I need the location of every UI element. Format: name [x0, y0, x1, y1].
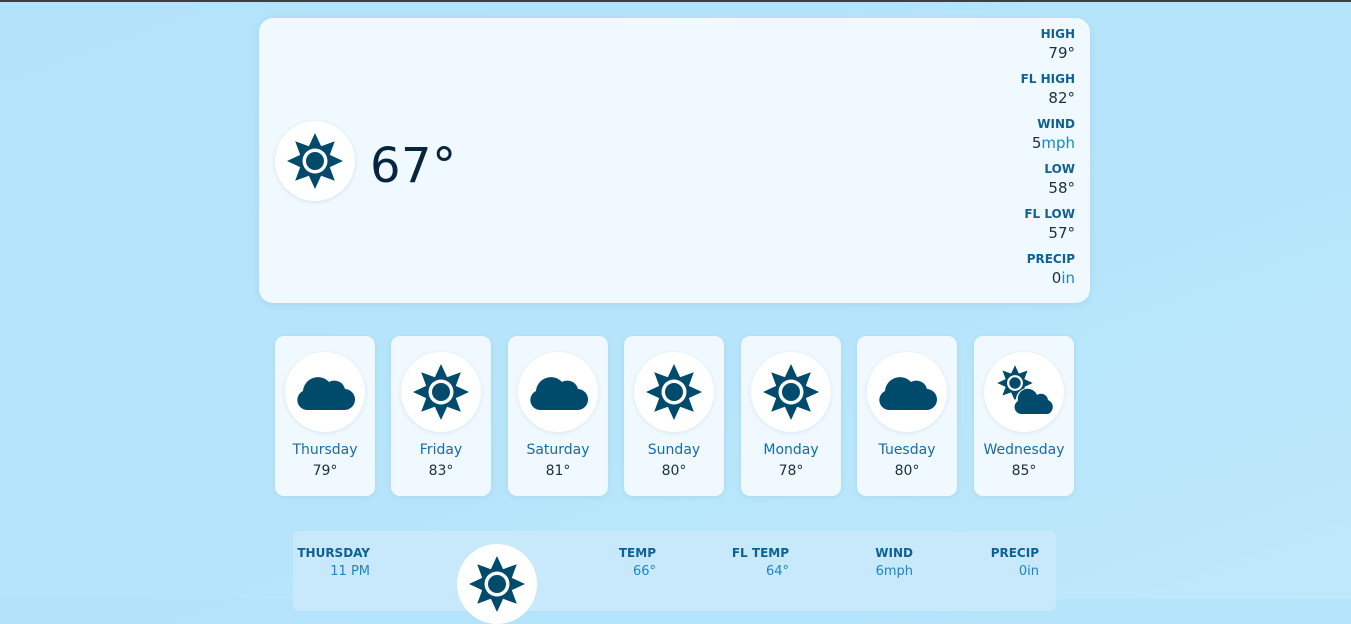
top-border	[0, 0, 1351, 2]
sun-icon	[467, 554, 527, 614]
daily-forecast: Thursday 79° Friday 83° Saturday 81° Sun…	[0, 336, 1351, 497]
sun-icon	[644, 362, 704, 422]
stat-precip: PRECIP 0in	[1021, 251, 1075, 296]
forecast-day-tuesday[interactable]: Tuesday 80°	[857, 336, 957, 496]
forecast-day-temp: 81°	[545, 463, 571, 479]
forecast-day-name: Monday	[763, 442, 819, 458]
stat-label: HIGH	[1040, 27, 1075, 41]
current-conditions-card: 67° HIGH 79° FL HIGH 82° WIND 5mph LOW 5…	[259, 18, 1090, 303]
sun-icon	[411, 362, 471, 422]
forecast-day-name: Thursday	[292, 442, 358, 458]
sun-icon	[761, 362, 821, 422]
forecast-day-wednesday[interactable]: Wednesday 85°	[974, 336, 1074, 496]
forecast-icon	[401, 352, 481, 432]
cloud-icon	[528, 372, 588, 412]
hourly-time: THURSDAY 11 PM	[297, 545, 370, 583]
stat-label: FL HIGH	[1020, 72, 1075, 86]
stat-value: 82°	[1048, 89, 1075, 107]
forecast-day-saturday[interactable]: Saturday 81°	[508, 336, 608, 496]
forecast-day-monday[interactable]: Monday 78°	[741, 336, 841, 496]
hourly-temp-value: 66°	[632, 564, 656, 579]
stat-unit: in	[1061, 269, 1075, 287]
stat-value: 0in	[1051, 269, 1075, 287]
stat-unit: mph	[1041, 134, 1075, 152]
stat-fl-low: FL LOW 57°	[1021, 206, 1075, 251]
stat-high: HIGH 79°	[1021, 26, 1075, 71]
forecast-day-name: Wednesday	[983, 442, 1065, 458]
forecast-day-temp: 79°	[312, 463, 338, 479]
hourly-wind: WIND 6mph	[875, 545, 913, 583]
hourly-wind-value: 6mph	[875, 564, 913, 579]
hourly-day: THURSDAY	[297, 546, 370, 560]
stat-label: LOW	[1044, 162, 1075, 176]
forecast-day-name: Saturday	[526, 442, 590, 458]
forecast-day-temp: 83°	[428, 463, 454, 479]
hourly-precip-value: 0in	[1018, 564, 1039, 579]
stat-value: 57°	[1048, 224, 1075, 242]
hourly-wind-unit: mph	[883, 564, 913, 579]
forecast-day-name: Sunday	[647, 442, 701, 458]
current-weather-icon	[275, 121, 355, 201]
stat-value: 79°	[1048, 44, 1075, 62]
forecast-icon	[285, 352, 365, 432]
forecast-icon	[751, 352, 831, 432]
stat-low: LOW 58°	[1021, 161, 1075, 206]
hourly-fl-temp-value: 64°	[765, 564, 789, 579]
forecast-day-thursday[interactable]: Thursday 79°	[275, 336, 375, 496]
forecast-day-sunday[interactable]: Sunday 80°	[624, 336, 724, 496]
current-temperature: 67°	[370, 138, 457, 194]
current-stats: HIGH 79° FL HIGH 82° WIND 5mph LOW 58° F…	[1021, 26, 1075, 296]
partly-cloudy-icon	[997, 365, 1058, 417]
hourly-fl-temp-label: FL TEMP	[731, 546, 789, 560]
stat-label: PRECIP	[1026, 252, 1075, 266]
forecast-day-temp: 80°	[661, 463, 687, 479]
hourly-row: THURSDAY 11 PM TEMP 66° FL TEMP 64° WIND…	[293, 531, 1056, 624]
hourly-precip-unit: in	[1027, 564, 1039, 579]
cloud-icon	[295, 372, 355, 412]
forecast-icon	[984, 352, 1064, 432]
hourly-temp: TEMP 66°	[619, 545, 656, 583]
forecast-icon	[867, 352, 947, 432]
stat-label: WIND	[1037, 117, 1075, 131]
stat-label: FL LOW	[1024, 207, 1075, 221]
stat-value: 5mph	[1031, 134, 1075, 152]
sun-icon	[285, 131, 345, 191]
cloud-icon	[877, 372, 937, 412]
forecast-day-friday[interactable]: Friday 83°	[391, 336, 491, 496]
stat-fl-high: FL HIGH 82°	[1021, 71, 1075, 116]
hourly-wind-label: WIND	[875, 546, 913, 560]
forecast-day-name: Friday	[419, 442, 463, 458]
hourly-temp-label: TEMP	[618, 546, 656, 560]
hourly-precip-label: PRECIP	[990, 546, 1039, 560]
hourly-time-value: 11 PM	[330, 564, 370, 579]
hourly-precip: PRECIP 0in	[991, 545, 1039, 583]
forecast-day-name: Tuesday	[878, 442, 936, 458]
forecast-day-temp: 80°	[894, 463, 920, 479]
forecast-icon	[518, 352, 598, 432]
forecast-icon	[634, 352, 714, 432]
hourly-fl-temp: FL TEMP 64°	[732, 545, 789, 583]
stat-value: 58°	[1048, 179, 1075, 197]
forecast-day-temp: 78°	[778, 463, 804, 479]
forecast-day-temp: 85°	[1011, 463, 1037, 479]
stat-wind: WIND 5mph	[1021, 116, 1075, 161]
hourly-weather-icon	[457, 544, 537, 624]
